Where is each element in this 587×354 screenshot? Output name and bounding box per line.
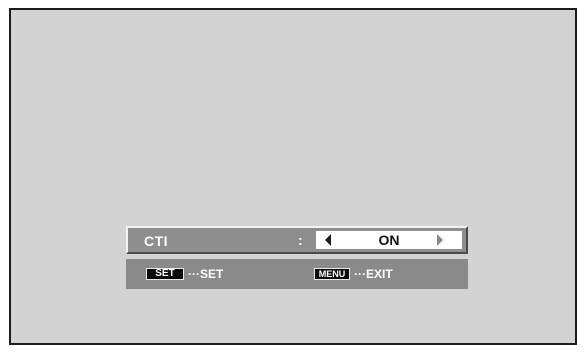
- cti-label: CTI: [144, 233, 169, 249]
- cti-setting-row[interactable]: CTI : ON: [126, 226, 468, 254]
- setting-separator: :: [298, 232, 303, 248]
- display-screen: [9, 8, 577, 345]
- osd-help-bar: SET ···SET MENU ···EXIT: [126, 259, 468, 289]
- exit-help-text: ···EXIT: [354, 267, 393, 281]
- menu-key-badge: MENU: [314, 268, 350, 280]
- cti-value-selector[interactable]: ON: [316, 231, 462, 249]
- set-key-badge: SET: [146, 268, 184, 280]
- right-triangle-icon[interactable]: [437, 234, 443, 246]
- set-help-text: ···SET: [188, 267, 224, 281]
